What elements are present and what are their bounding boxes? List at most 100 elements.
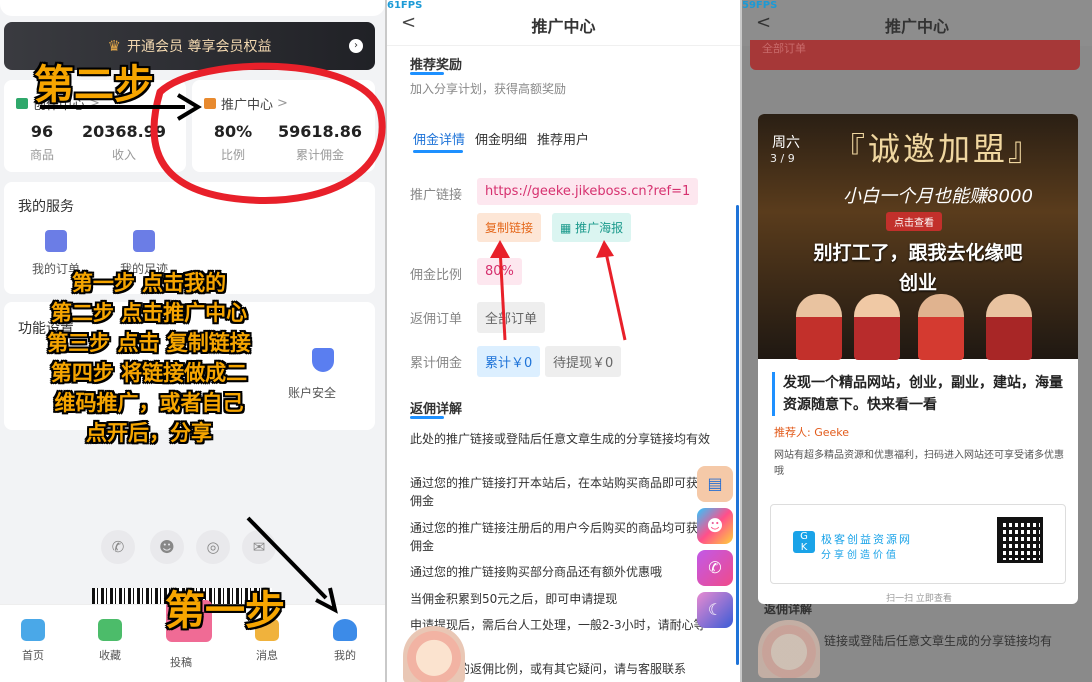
shield-icon[interactable] xyxy=(312,348,334,372)
poster-banner: 周六 3 / 9 『诚邀加盟』 小白一个月也能赚8000 点击查看 别打工了，跟… xyxy=(758,114,1078,360)
tab-referred-users[interactable]: 推荐用户 xyxy=(537,129,589,148)
promo-center-card[interactable]: 推广中心 > 80% 比例 59618.86 累计佣金 xyxy=(192,80,375,172)
banner-figure xyxy=(918,294,964,360)
banner-headline: 『诚邀加盟』 xyxy=(832,130,1043,168)
fps-counter: 59FPS xyxy=(742,0,778,11)
tab-commission-detail[interactable]: 佣金详情 xyxy=(413,129,465,148)
chart-icon xyxy=(133,230,155,252)
instruction-line: 点开后，分享 xyxy=(86,421,212,445)
mascot-avatar xyxy=(758,620,820,678)
tab-me[interactable]: 我的 xyxy=(320,619,370,663)
detail-item: 此处的推广链接或登陆后任意文章生成的分享链接均有效 xyxy=(410,432,711,446)
qr-icon: ▦ xyxy=(560,221,576,235)
goods-label: 商品 xyxy=(29,148,54,162)
copy-link-button[interactable]: 复制链接 xyxy=(477,213,542,242)
promo-center-panel: < 推广中心 推荐奖励 加入分享计划，获得高额奖励 佣金详情 佣金明细 推荐用户… xyxy=(387,0,740,682)
pending-withdraw-pill[interactable]: 待提现￥0 xyxy=(545,346,622,377)
total-commission-label: 累计佣金 xyxy=(295,148,344,162)
income-value: 20368.99 xyxy=(81,122,166,141)
instruction-line: 维码推广，或者自己 xyxy=(54,391,244,415)
step2-annotation: 第二步 xyxy=(34,62,154,108)
dimmed-order-text: 全部订单 xyxy=(762,42,806,55)
promo-poster-label: 推广海报 xyxy=(575,221,624,235)
banner-figure xyxy=(854,294,900,360)
weibo-share-icon[interactable]: ◎ xyxy=(196,530,230,564)
email-share-icon[interactable]: ✉ xyxy=(242,530,276,564)
step1-annotation: 第一步 xyxy=(165,588,285,634)
promo-center-header[interactable]: 推广中心 > xyxy=(204,94,288,113)
poster-panel: < 推广中心 全部订单 返佣详解 链接或登陆后任意文章生成的分享链接均有 周六 … xyxy=(742,0,1092,682)
goods-count: 96 xyxy=(30,122,54,141)
all-orders-button[interactable]: 全部订单 xyxy=(477,302,546,333)
instruction-annotation: 第一步 点击我的 第二步 点击推广中心 第三步 点击 复制链接 第四步 将链接做… xyxy=(24,268,274,448)
tab-post-label: 投稿 xyxy=(170,656,192,669)
instruction-line: 第三步 点击 复制链接 xyxy=(47,331,251,355)
moon-float-icon[interactable]: ☾ xyxy=(697,592,733,628)
reward-subtitle: 加入分享计划，获得高额奖励 xyxy=(410,82,567,96)
wechat-share-icon[interactable]: ✆ xyxy=(101,530,135,564)
banner-figure xyxy=(986,294,1032,360)
account-security-label[interactable]: 账户安全 xyxy=(288,384,336,401)
page-title: 推广中心 xyxy=(531,17,596,36)
promo-center-label: 推广中心 xyxy=(221,98,274,113)
scan-label: 扫一扫 立即查看 xyxy=(886,594,952,604)
tab-label: 收藏 xyxy=(99,649,121,662)
banner-view-button: 点击查看 xyxy=(886,212,942,231)
promo-poster-button[interactable]: ▦ 推广海报 xyxy=(552,213,632,242)
section-underline xyxy=(410,416,444,419)
dimmed-detail-text: 链接或登陆后任意文章生成的分享链接均有 xyxy=(824,634,1053,648)
tab-home[interactable]: 首页 xyxy=(8,619,58,663)
book-float-icon[interactable]: ▤ xyxy=(697,466,733,502)
link-label: 推广链接 xyxy=(410,188,463,203)
page-title: 推广中心 xyxy=(884,17,949,36)
poster-headline: 发现一个精品网站，创业，副业，建站，海量资源随意下。快来看一看 xyxy=(772,372,1064,416)
services-title: 我的服务 xyxy=(18,199,74,215)
chat-float-icon[interactable]: ✆ xyxy=(697,550,733,586)
scrollbar[interactable] xyxy=(736,205,739,665)
detail-item: 通过您的推广链接注册后的用户今后购买的商品均可获得佣金 xyxy=(410,521,711,553)
tab-favorites[interactable]: 收藏 xyxy=(85,619,135,663)
banner-day: 周六 xyxy=(772,135,800,151)
qq-share-icon[interactable]: ☻ xyxy=(150,530,184,564)
promo-poster[interactable]: 周六 3 / 9 『诚邀加盟』 小白一个月也能赚8000 点击查看 别打工了，跟… xyxy=(758,114,1078,604)
chevron-right-icon: › xyxy=(349,39,363,53)
qr-code xyxy=(997,517,1043,563)
fps-counter: 61FPS xyxy=(387,0,423,11)
total-commission-value: 59618.86 xyxy=(277,122,362,141)
commission-tabs: 佣金详情 佣金明细 推荐用户 xyxy=(413,129,589,148)
mascot-avatar xyxy=(403,626,465,682)
rate-value: 80% xyxy=(477,258,522,285)
logo-line-1: 极客创益资源网 xyxy=(821,533,912,546)
banner-date: 3 / 9 xyxy=(770,152,795,165)
detail-item: 当佣金积累到50元之后，即可申请提现 xyxy=(410,592,618,606)
qq-float-icon[interactable]: ☻ xyxy=(697,508,733,544)
tab-commission-list[interactable]: 佣金明细 xyxy=(475,129,527,148)
rate-label: 佣金比例 xyxy=(410,268,463,283)
poster-qr-box: GK 极客创益资源网 分享创造价值 扫一扫 立即查看 xyxy=(770,504,1066,604)
total-label: 累计佣金 xyxy=(410,356,463,371)
ratio-value: 80% xyxy=(213,122,253,141)
banner-figure xyxy=(796,294,842,360)
instruction-line: 第一步 点击我的 xyxy=(71,271,227,295)
banner-slogan-2: 创业 xyxy=(898,272,937,294)
instruction-line: 第四步 将链接做成二 xyxy=(50,361,248,385)
detail-item: 通过您的推广链接购买部分商品还有额外优惠哦 xyxy=(410,565,663,579)
instruction-line: 第二步 点击推广中心 xyxy=(50,301,248,325)
total-commission-pill: 累计￥0 xyxy=(477,346,541,377)
promo-icon xyxy=(204,98,216,109)
home-icon xyxy=(21,619,45,641)
creator-icon xyxy=(16,98,28,109)
section-detail-title: 返佣详解 xyxy=(410,402,463,417)
banner-slogan: 别打工了，跟我去化缘吧 xyxy=(813,242,1023,264)
section-reward-title: 推荐奖励 xyxy=(410,58,463,73)
promo-header: < 推广中心 xyxy=(387,0,740,46)
order-label: 返佣订单 xyxy=(410,312,463,327)
logo-line-2: 分享创造价值 xyxy=(821,550,899,561)
user-icon xyxy=(333,619,357,641)
poster-description: 网站有超多精品资源和优惠福利，扫码进入网站还可享受诸多优惠哦 xyxy=(774,450,1064,477)
detail-item: 通过您的推广链接打开本站后，在本站购买商品即可获得佣金 xyxy=(410,476,711,508)
tab-label: 首页 xyxy=(22,649,44,662)
top-card-edge xyxy=(0,0,385,16)
favorites-icon xyxy=(98,619,122,641)
promo-link-value: https://geeke.jikeboss.cn?ref=1 xyxy=(477,178,699,205)
